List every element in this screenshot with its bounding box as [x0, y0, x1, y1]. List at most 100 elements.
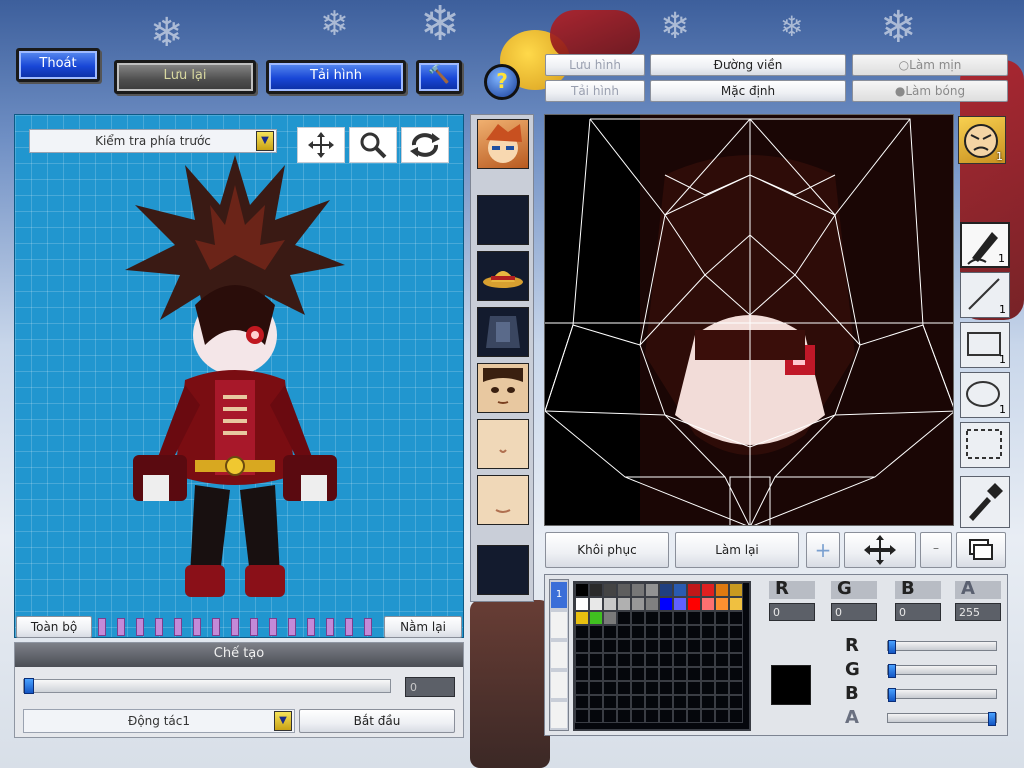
- r-slider-knob[interactable]: [888, 640, 896, 654]
- palette-swatch[interactable]: [659, 597, 673, 611]
- palette-swatch[interactable]: [575, 667, 589, 681]
- palette-swatch[interactable]: [631, 583, 645, 597]
- palette-swatch[interactable]: [729, 583, 743, 597]
- face-wireframe-canvas[interactable]: [545, 115, 954, 526]
- tab-load-image[interactable]: Tải hình: [545, 80, 645, 102]
- palette-swatch[interactable]: [617, 709, 631, 723]
- palette-swatch[interactable]: [729, 611, 743, 625]
- armor-part-slot[interactable]: [477, 307, 529, 357]
- palette-swatch[interactable]: [687, 653, 701, 667]
- palette-swatch[interactable]: [715, 667, 729, 681]
- frame-slot[interactable]: [250, 618, 258, 636]
- palette-swatch[interactable]: [701, 597, 715, 611]
- palette-swatch[interactable]: [673, 653, 687, 667]
- shade-button[interactable]: ●Làm bóng: [852, 80, 1008, 102]
- restore-button[interactable]: Khôi phục: [545, 532, 669, 568]
- frame-slot[interactable]: [212, 618, 220, 636]
- palette-swatch[interactable]: [589, 597, 603, 611]
- a-slider[interactable]: [887, 712, 997, 726]
- palette-swatch[interactable]: [589, 695, 603, 709]
- palette-swatch[interactable]: [645, 681, 659, 695]
- palette-swatch[interactable]: [631, 653, 645, 667]
- palette-swatch[interactable]: [715, 681, 729, 695]
- palette-swatch[interactable]: [645, 625, 659, 639]
- rotate-tool-button[interactable]: [401, 127, 449, 163]
- pan-button[interactable]: [844, 532, 916, 568]
- palette-swatch[interactable]: [617, 681, 631, 695]
- palette-swatch[interactable]: [631, 597, 645, 611]
- palette-swatch[interactable]: [603, 639, 617, 653]
- g-slider-knob[interactable]: [888, 664, 896, 678]
- action-select[interactable]: Động tác1 ▼: [23, 709, 295, 733]
- palette-swatch[interactable]: [645, 667, 659, 681]
- palette-swatch[interactable]: [631, 639, 645, 653]
- redo-button[interactable]: Làm lại: [675, 532, 799, 568]
- face-texture-editor[interactable]: [544, 114, 954, 526]
- frame-slot[interactable]: [307, 618, 315, 636]
- palette-page-tab[interactable]: [551, 702, 567, 728]
- zoom-tool-button[interactable]: [349, 127, 397, 163]
- lie-again-button[interactable]: Nằm lại: [384, 616, 462, 638]
- empty-part-slot[interactable]: [477, 195, 529, 245]
- face-part-slot[interactable]: [477, 363, 529, 413]
- line-tool[interactable]: 1: [960, 272, 1010, 318]
- palette-swatch[interactable]: [687, 583, 701, 597]
- frame-slot[interactable]: [326, 618, 334, 636]
- palette-swatch[interactable]: [673, 709, 687, 723]
- palette-swatch[interactable]: [687, 681, 701, 695]
- palette-swatch[interactable]: [715, 639, 729, 653]
- palette-swatch[interactable]: [575, 611, 589, 625]
- palette-swatch[interactable]: [673, 695, 687, 709]
- palette-swatch[interactable]: [589, 681, 603, 695]
- palette-swatch[interactable]: [617, 695, 631, 709]
- palette-swatch[interactable]: [715, 597, 729, 611]
- ellipse-tool[interactable]: 1: [960, 372, 1010, 418]
- palette-swatch[interactable]: [603, 695, 617, 709]
- g-value[interactable]: 0: [831, 603, 877, 621]
- palette-swatch[interactable]: [659, 695, 673, 709]
- palette-swatch[interactable]: [687, 639, 701, 653]
- frame-slot[interactable]: [345, 618, 353, 636]
- palette-swatch[interactable]: [645, 611, 659, 625]
- palette-swatch[interactable]: [687, 625, 701, 639]
- palette-swatch[interactable]: [589, 625, 603, 639]
- palette-page-tab[interactable]: [551, 672, 567, 698]
- palette-swatch[interactable]: [729, 625, 743, 639]
- palette-swatch[interactable]: [589, 611, 603, 625]
- palette-swatch[interactable]: [631, 709, 645, 723]
- exit-button[interactable]: Thoát: [16, 48, 100, 82]
- palette-swatch[interactable]: [701, 667, 715, 681]
- palette-swatch[interactable]: [701, 709, 715, 723]
- empty-part-slot[interactable]: [477, 545, 529, 595]
- layer-button[interactable]: [956, 532, 1006, 568]
- palette-swatch[interactable]: [729, 667, 743, 681]
- palette-swatch[interactable]: [575, 653, 589, 667]
- save-button[interactable]: Lưu lại: [114, 60, 256, 94]
- face-preset-badge[interactable]: 1: [958, 116, 1006, 164]
- palette-swatch[interactable]: [659, 709, 673, 723]
- chevron-down-icon[interactable]: ▼: [274, 711, 292, 731]
- palette-swatch[interactable]: [701, 695, 715, 709]
- palette-swatch[interactable]: [701, 611, 715, 625]
- palette-swatch[interactable]: [603, 597, 617, 611]
- palette-swatch[interactable]: [687, 611, 701, 625]
- rectangle-tool[interactable]: 1: [960, 322, 1010, 368]
- palette-swatch[interactable]: [631, 611, 645, 625]
- b-slider-knob[interactable]: [888, 688, 896, 702]
- tab-outline[interactable]: Đường viền: [650, 54, 846, 76]
- palette-swatch[interactable]: [631, 625, 645, 639]
- palette-swatch[interactable]: [673, 583, 687, 597]
- palette-swatch[interactable]: [673, 681, 687, 695]
- palette-swatch[interactable]: [701, 625, 715, 639]
- palette-swatch[interactable]: [575, 681, 589, 695]
- palette-swatch[interactable]: [603, 611, 617, 625]
- palette-swatch[interactable]: [575, 625, 589, 639]
- palette-swatch[interactable]: [715, 625, 729, 639]
- palette-swatch[interactable]: [729, 709, 743, 723]
- palette-swatch[interactable]: [617, 639, 631, 653]
- palette-swatch[interactable]: [687, 597, 701, 611]
- palette-swatch[interactable]: [575, 695, 589, 709]
- selection-tool[interactable]: [960, 422, 1010, 468]
- palette-swatch[interactable]: [589, 709, 603, 723]
- palette-swatch[interactable]: [729, 695, 743, 709]
